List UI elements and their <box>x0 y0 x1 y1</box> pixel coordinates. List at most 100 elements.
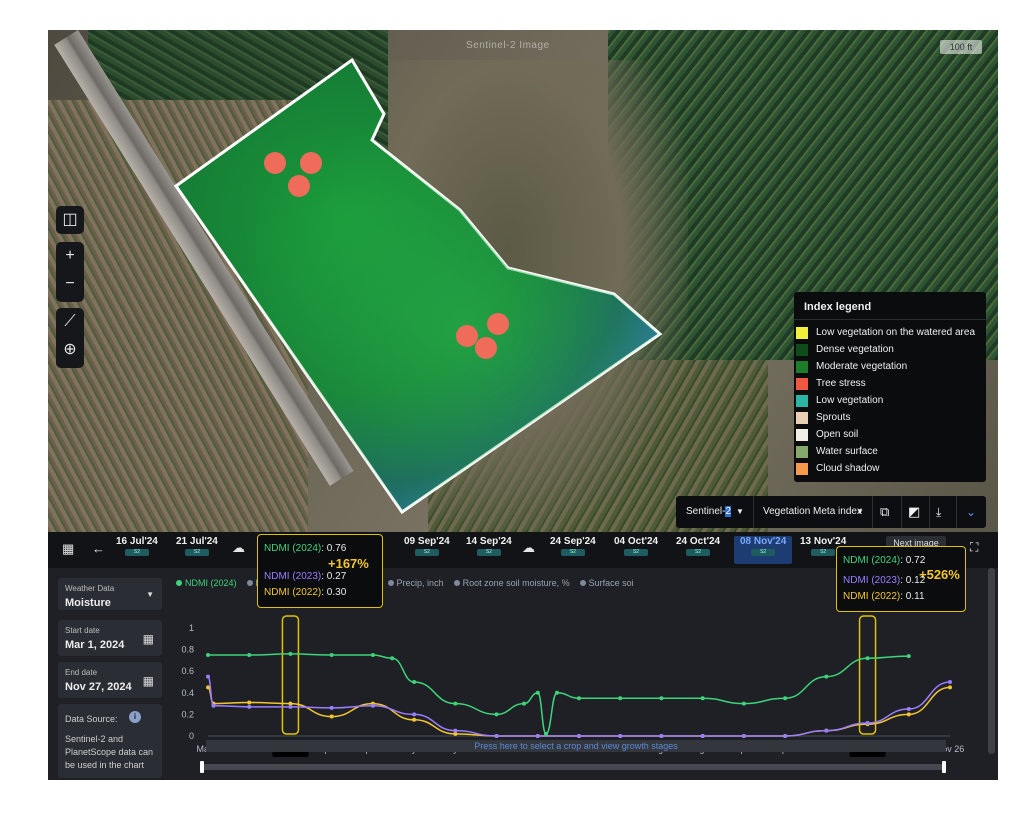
chart-tooltip-oct25: NDMI (2024): 0.72 +526% NDMI (2023): 0.1… <box>836 546 966 612</box>
series-point <box>577 734 581 738</box>
crosshair-icon[interactable]: ⊕ <box>56 336 84 364</box>
index-select[interactable]: Vegetation Meta index <box>763 496 862 528</box>
series-point <box>577 696 581 701</box>
series-point <box>288 704 293 709</box>
series-point <box>453 701 458 706</box>
source-select[interactable]: Sentinel-2 <box>686 496 732 528</box>
tree-stress-marker[interactable] <box>288 175 310 197</box>
timeline-date[interactable]: 14 Sep'24 S2 <box>466 536 512 556</box>
data-source-text: Sentinel-2 and PlanetScope data can be u… <box>65 734 154 770</box>
legend-swatch <box>796 411 808 424</box>
tree-stress-marker[interactable] <box>264 152 286 174</box>
download-icon[interactable]: ⤓ <box>936 496 941 528</box>
fullscreen-icon[interactable]: ⛶ <box>970 540 978 555</box>
tree-stress-marker[interactable] <box>300 152 322 174</box>
tools-control[interactable]: ⟋ ⊕ <box>56 308 84 368</box>
satellite-badge: S2 <box>414 549 439 556</box>
timeline-date[interactable]: 24 Sep'24 S2 <box>550 536 596 556</box>
weather-data-select[interactable]: Weather Data Moisture ▼ <box>58 578 162 610</box>
dropdown-icon: ▼ <box>146 590 154 599</box>
compare-control[interactable]: ◫ <box>56 206 84 234</box>
series-point <box>535 734 540 738</box>
contrast-icon[interactable]: ◩ <box>908 496 920 528</box>
tree-stress-marker[interactable] <box>487 313 509 335</box>
series-point <box>206 685 210 690</box>
highlight-box <box>281 615 300 735</box>
series-point <box>618 696 623 701</box>
zoom-out-button[interactable]: − <box>56 270 84 298</box>
legend-list: Low vegetation on the watered area Dense … <box>794 320 986 477</box>
tooltip-value-2022: : 0.30 <box>321 587 347 598</box>
calendar-icon[interactable]: ▦ <box>143 632 154 646</box>
ruler-icon[interactable]: ⟋ <box>56 308 84 336</box>
series-point <box>865 721 870 726</box>
crop-select-bar[interactable]: Press here to select a crop and view gro… <box>206 740 946 752</box>
series-point <box>494 734 499 738</box>
legend-item: Sprouts <box>794 409 986 426</box>
series-point <box>906 707 911 711</box>
end-date-field[interactable]: End date Nov 27, 2024 ▦ <box>58 662 162 698</box>
timeline-date[interactable]: 21 Jul'24 S2 <box>176 536 218 556</box>
series-point <box>522 701 527 706</box>
arrow-left-icon[interactable]: ← <box>92 541 105 556</box>
timeline-date-label: 16 Jul'24 <box>116 536 158 547</box>
tooltip-series-2022: NDMI (2022) <box>264 587 322 598</box>
series-point <box>700 734 705 738</box>
series-line <box>207 675 951 737</box>
series-point <box>211 703 216 708</box>
chevron-down-icon[interactable]: ⌄ <box>966 496 976 528</box>
timeline-date-label: 09 Sep'24 <box>404 536 450 547</box>
timeline-date[interactable]: 16 Jul'24 S2 <box>116 536 158 556</box>
timeline-date[interactable]: 08 Nov'24 S2 <box>734 536 793 564</box>
timeline-date-label: 04 Oct'24 <box>614 536 659 547</box>
calendar-icon[interactable]: ▦ <box>143 674 154 688</box>
start-date-value: Mar 1, 2024 <box>65 639 125 651</box>
zoom-control[interactable]: + − <box>56 242 84 302</box>
satellite-map[interactable]: Sentinel-2 Image 100 ft ◫ + − ⟋ ⊕ Index … <box>48 30 998 532</box>
timeline-date[interactable]: 04 Oct'24 S2 <box>614 536 658 556</box>
y-tick-label: 0.4 <box>181 688 194 698</box>
timeline-date-label: 08 Nov'24 <box>740 536 787 547</box>
series-point <box>700 696 705 701</box>
index-dropdown-icon[interactable]: ▼ <box>856 496 864 528</box>
cloud-icon: ☁ <box>232 540 245 555</box>
app-window: Sentinel-2 Image 100 ft ◫ + − ⟋ ⊕ Index … <box>48 30 998 780</box>
satellite-badge: S2 <box>476 549 501 556</box>
legend-swatch <box>796 462 808 475</box>
legend-swatch <box>796 326 808 339</box>
legend-item: Cloud shadow <box>794 460 986 477</box>
legend-title: Index legend <box>794 292 986 320</box>
end-date-value: Nov 27, 2024 <box>65 681 132 693</box>
data-source-title: Data Source: <box>65 714 118 724</box>
timeline-date[interactable]: 09 Sep'24 S2 <box>404 536 450 556</box>
legend-swatch <box>796 445 808 458</box>
range-start-handle[interactable] <box>200 761 204 773</box>
series-point <box>206 674 210 679</box>
tooltip-value-2024: : 0.72 <box>900 555 926 566</box>
date-range-slider[interactable] <box>200 761 946 773</box>
legend-item: Tree stress <box>794 375 986 392</box>
satellite-badge: S2 <box>184 549 209 556</box>
source-dropdown-icon[interactable]: ▼ <box>736 496 744 528</box>
start-date-field[interactable]: Start date Mar 1, 2024 ▦ <box>58 620 162 656</box>
end-date-label: End date <box>65 668 98 677</box>
zoom-in-button[interactable]: + <box>56 242 84 270</box>
timeline-date[interactable]: 24 Oct'24 S2 <box>676 536 720 556</box>
series-point <box>741 701 746 706</box>
calendar-icon[interactable]: ▦ <box>62 541 74 557</box>
tree-stress-marker[interactable] <box>475 337 497 359</box>
index-legend: Index legend Low vegetation on the water… <box>794 292 986 482</box>
series-point <box>329 653 334 657</box>
scrollbar[interactable] <box>988 568 995 754</box>
tooltip-series-2024: NDMI (2024) <box>843 555 901 566</box>
source-label: Sentinel- <box>686 506 726 517</box>
info-icon[interactable]: i <box>129 711 141 723</box>
range-end-handle[interactable] <box>942 761 946 773</box>
layers-icon[interactable]: ⧉ <box>880 496 889 528</box>
map-caption: Sentinel-2 Image <box>466 40 550 51</box>
y-tick-label: 0 <box>189 731 194 741</box>
y-tick-label: 0.6 <box>181 666 194 676</box>
split-view-icon[interactable]: ◫ <box>56 206 84 234</box>
series-point <box>865 656 870 661</box>
series-point <box>948 685 952 690</box>
